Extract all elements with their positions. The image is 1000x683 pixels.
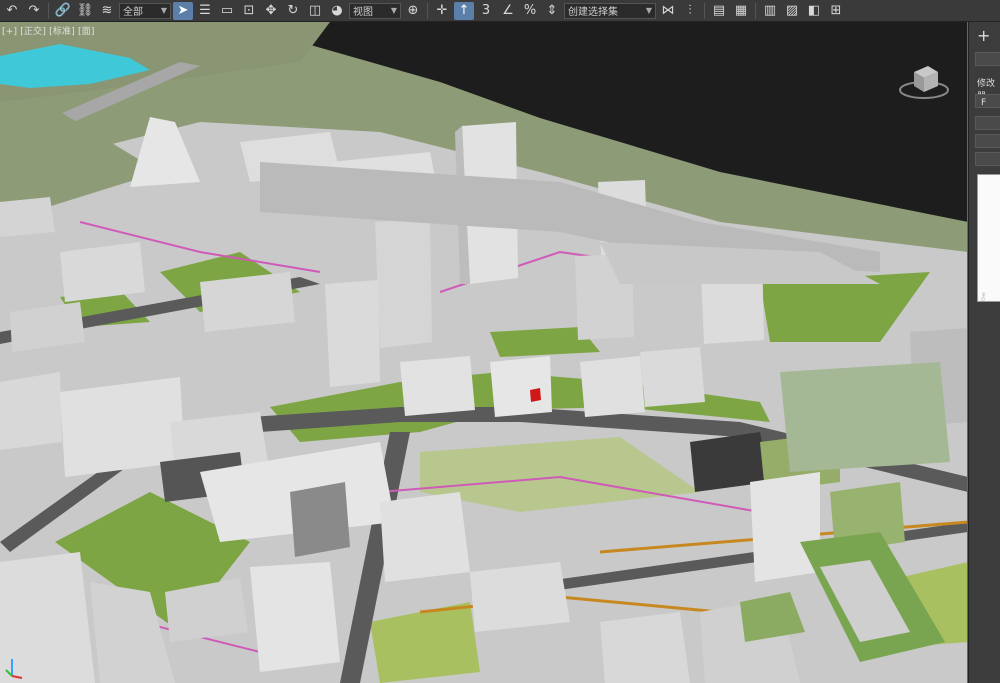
building-block bbox=[490, 356, 552, 417]
building-block bbox=[380, 492, 470, 582]
toolbar-divider bbox=[427, 2, 428, 19]
building-block bbox=[750, 472, 820, 582]
scale-icon[interactable]: ◫ bbox=[305, 2, 325, 20]
mirror-icon[interactable]: ⋈ bbox=[658, 2, 678, 20]
ribbon-icon[interactable]: ▦ bbox=[731, 2, 751, 20]
link-icon[interactable]: 🔗 bbox=[53, 2, 73, 20]
building-block bbox=[200, 272, 295, 332]
bind-spacewarp-icon[interactable]: ≋ bbox=[97, 2, 117, 20]
panel-row-label: F bbox=[981, 98, 987, 108]
tower bbox=[325, 280, 380, 387]
render-icon[interactable]: ⊞ bbox=[826, 2, 846, 20]
named-selection-set-value: 创建选择集 bbox=[568, 7, 618, 18]
pivot-icon[interactable]: ⊕ bbox=[403, 2, 423, 20]
building-block bbox=[0, 197, 55, 237]
material-editor-icon[interactable]: ▨ bbox=[782, 2, 802, 20]
building-block bbox=[250, 562, 340, 672]
align-icon[interactable]: ⫶ bbox=[680, 2, 700, 20]
redo-icon[interactable]: ↷ bbox=[24, 2, 44, 20]
green-roof-building bbox=[780, 362, 950, 472]
select-manipulate-icon[interactable]: ✛ bbox=[432, 2, 452, 20]
building-block bbox=[640, 347, 705, 407]
panel-row[interactable] bbox=[975, 94, 1000, 108]
main-toolbar: ↶ ↷ 🔗 ⛓ ≋ 全部 ▼ ➤ ☰ ▭ ⊡ ✥ ↻ ◫ ◕ 视图 ▼ ⊕ ✛ ↑ … bbox=[0, 0, 1000, 22]
layer-icon[interactable]: ▤ bbox=[709, 2, 729, 20]
toolbar-divider bbox=[48, 2, 49, 19]
snap-toggle-icon[interactable]: 3 bbox=[476, 2, 496, 20]
panel-row[interactable] bbox=[975, 152, 1000, 166]
select-by-name-icon[interactable]: ☰ bbox=[195, 2, 215, 20]
chevron-down-icon: ▼ bbox=[390, 6, 397, 15]
command-panel: + 修改器 F ⚷ bbox=[968, 22, 1000, 683]
building-block bbox=[60, 242, 145, 302]
placement-icon[interactable]: ◕ bbox=[327, 2, 347, 20]
building-block bbox=[580, 356, 645, 417]
chevron-down-icon: ▼ bbox=[645, 6, 652, 15]
modifier-stack-list[interactable] bbox=[977, 174, 1000, 302]
panel-row[interactable] bbox=[975, 134, 1000, 148]
percent-snap-icon[interactable]: % bbox=[520, 2, 540, 20]
named-selection-set-dropdown[interactable]: 创建选择集 ▼ bbox=[564, 2, 656, 19]
rotate-icon[interactable]: ↻ bbox=[283, 2, 303, 20]
building-block bbox=[0, 372, 62, 450]
building-block-shadow bbox=[290, 482, 350, 557]
tower bbox=[375, 218, 432, 348]
building-block bbox=[600, 612, 690, 683]
undo-icon[interactable]: ↶ bbox=[2, 2, 22, 20]
toolbar-divider bbox=[755, 2, 756, 19]
unlink-icon[interactable]: ⛓ bbox=[75, 2, 95, 20]
red-marker bbox=[530, 388, 541, 402]
curve-editor-icon[interactable]: ▥ bbox=[760, 2, 780, 20]
selection-filter-dropdown[interactable]: 全部 ▼ bbox=[119, 2, 171, 19]
viewport-label[interactable]: [+] [正交] [标准] [面] bbox=[2, 24, 95, 37]
axis-tripod-icon bbox=[4, 656, 26, 680]
panel-row[interactable] bbox=[975, 116, 1000, 130]
chevron-down-icon: ▼ bbox=[160, 6, 167, 15]
spinner-snap-icon[interactable]: ⇕ bbox=[542, 2, 562, 20]
reference-coordinate-value: 视图 bbox=[353, 7, 373, 18]
toolbar-divider bbox=[704, 2, 705, 19]
reference-coordinate-dropdown[interactable]: 视图 ▼ bbox=[349, 2, 401, 19]
keyboard-shortcut-override-icon[interactable]: ↑ bbox=[454, 1, 474, 20]
region-select-icon[interactable]: ▭ bbox=[217, 2, 237, 20]
object-name-field[interactable] bbox=[975, 52, 1000, 66]
window-crossing-icon[interactable]: ⊡ bbox=[239, 2, 259, 20]
selection-filter-value: 全部 bbox=[123, 7, 143, 18]
building-block bbox=[470, 562, 570, 632]
create-tab-icon[interactable]: + bbox=[977, 28, 990, 44]
viewcube[interactable] bbox=[896, 52, 952, 108]
key-icon[interactable]: ⚷ bbox=[979, 290, 987, 303]
perspective-viewport[interactable]: [+] [正交] [标准] [面] bbox=[0, 22, 968, 683]
move-icon[interactable]: ✥ bbox=[261, 2, 281, 20]
angle-snap-icon[interactable]: ∠ bbox=[498, 2, 518, 20]
building-block bbox=[400, 356, 475, 416]
city-scene bbox=[0, 22, 967, 683]
render-setup-icon[interactable]: ◧ bbox=[804, 2, 824, 20]
select-icon[interactable]: ➤ bbox=[173, 1, 193, 20]
